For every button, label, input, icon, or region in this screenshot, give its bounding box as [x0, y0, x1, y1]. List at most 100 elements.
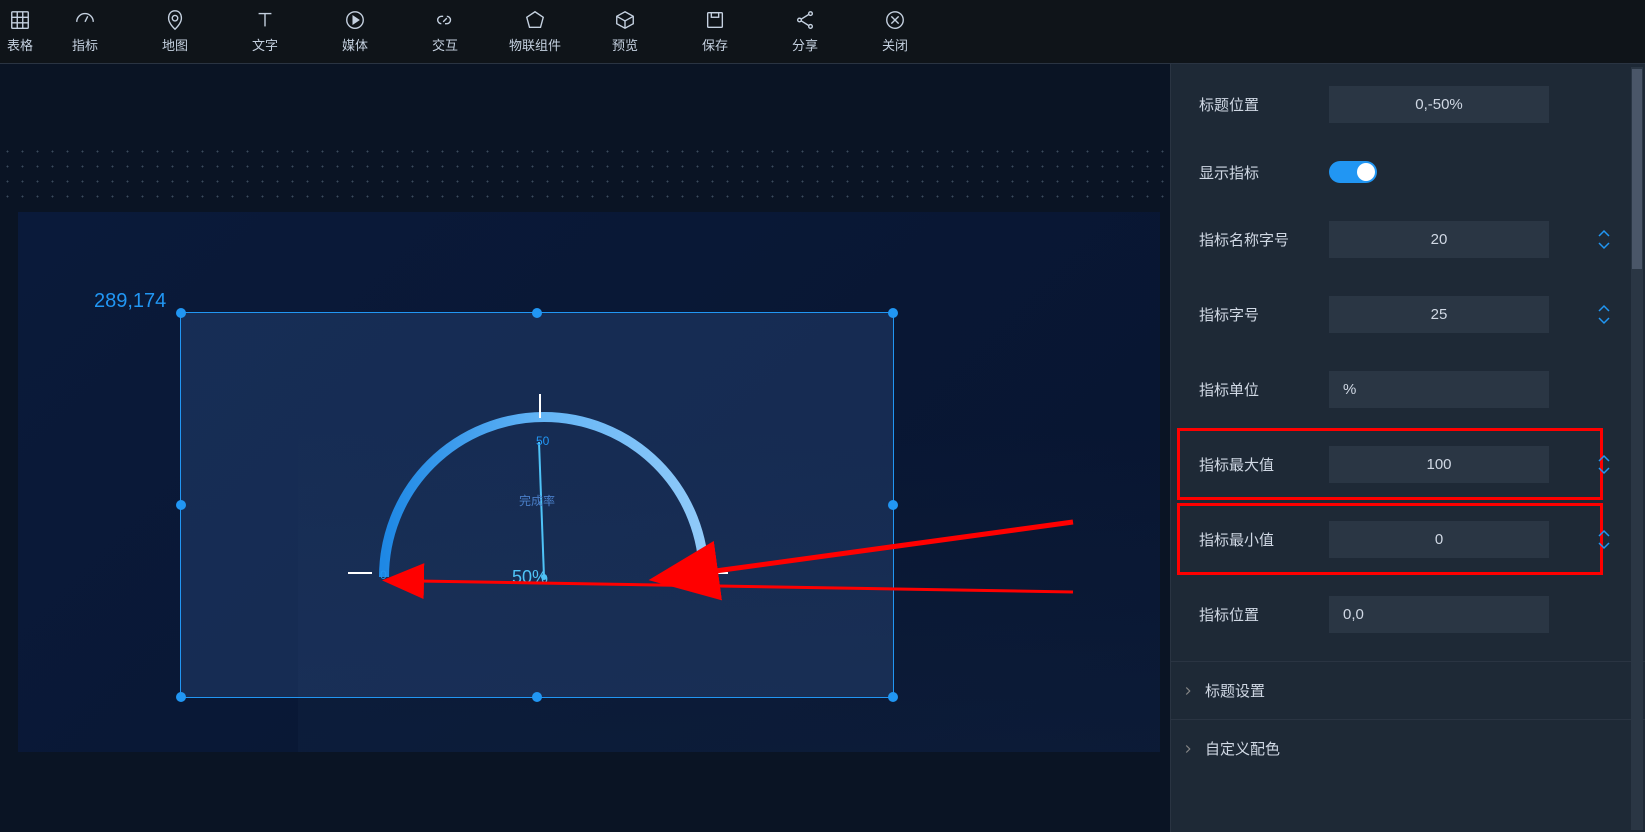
toolbar-label: 地图 — [162, 35, 188, 54]
section-label: 自定义配色 — [1205, 738, 1280, 759]
resize-handle-e[interactable] — [888, 500, 898, 510]
save-icon — [704, 9, 726, 31]
toolbar-label: 文字 — [252, 35, 278, 54]
link-icon — [434, 9, 456, 31]
polygon-icon — [524, 9, 546, 31]
stepper-up[interactable] — [1597, 229, 1611, 239]
toolbar-label: 分享 — [792, 35, 818, 54]
indicator-unit-input[interactable] — [1329, 371, 1549, 408]
gauge-tick-left — [348, 572, 372, 574]
toolbar-text[interactable]: 文字 — [220, 0, 310, 63]
indicator-position-input[interactable] — [1329, 596, 1549, 633]
stepper-down[interactable] — [1597, 541, 1611, 551]
prop-indicator-name-font-size: 指标名称字号 — [1171, 211, 1645, 268]
gauge-min-label: 0 — [380, 568, 387, 582]
resize-handle-se[interactable] — [888, 692, 898, 702]
gauge-mid-label: 50 — [536, 434, 549, 448]
stepper-down[interactable] — [1597, 316, 1611, 326]
cube-icon — [614, 9, 636, 31]
chevron-up-icon — [1597, 229, 1611, 239]
prop-label: 显示指标 — [1199, 162, 1329, 183]
show-indicator-toggle[interactable] — [1329, 161, 1377, 183]
toolbar-label: 表格 — [7, 35, 33, 54]
section-custom-colors[interactable]: 自定义配色 — [1171, 719, 1645, 777]
gauge-icon — [74, 9, 96, 31]
play-icon — [344, 9, 366, 31]
close-icon — [884, 9, 906, 31]
chevron-down-icon — [1597, 541, 1611, 551]
gauge-tick-top — [539, 394, 541, 418]
prop-indicator-position: 指标位置 — [1171, 586, 1645, 643]
toolbar-label: 关闭 — [882, 35, 908, 54]
toolbar-table[interactable]: 表格 — [0, 0, 40, 63]
title-position-input[interactable] — [1329, 86, 1549, 123]
prop-label: 指标位置 — [1199, 604, 1329, 625]
gauge-value: 50% — [512, 567, 548, 588]
stepper-down[interactable] — [1597, 241, 1611, 251]
grid-icon — [9, 9, 31, 31]
chevron-up-icon — [1597, 454, 1611, 464]
indicator-font-size-input[interactable] — [1329, 296, 1549, 333]
prop-label: 指标单位 — [1199, 379, 1329, 400]
gauge-max-label: 100 — [678, 568, 698, 582]
resize-handle-n[interactable] — [532, 308, 542, 318]
toolbar-label: 媒体 — [342, 35, 368, 54]
toolbar-interact[interactable]: 交互 — [400, 0, 490, 63]
text-icon — [254, 9, 276, 31]
map-icon — [164, 9, 186, 31]
stepper-down[interactable] — [1597, 466, 1611, 476]
prop-show-indicator: 显示指标 — [1171, 151, 1645, 193]
resize-handle-s[interactable] — [532, 692, 542, 702]
toolbar-label: 交互 — [432, 35, 458, 54]
section-title-settings[interactable]: 标题设置 — [1171, 661, 1645, 719]
stepper-up[interactable] — [1597, 454, 1611, 464]
scrollbar-thumb[interactable] — [1632, 69, 1642, 269]
toolbar-map[interactable]: 地图 — [130, 0, 220, 63]
canvas-panel: 289,174 — [18, 212, 1160, 752]
chevron-right-icon — [1181, 742, 1195, 756]
indicator-name-font-size-input[interactable] — [1329, 221, 1549, 258]
resize-handle-w[interactable] — [176, 500, 186, 510]
toolbar-indicator[interactable]: 指标 — [40, 0, 130, 63]
chevron-down-icon — [1597, 466, 1611, 476]
prop-title-position: 标题位置 — [1171, 76, 1645, 133]
section-label: 标题设置 — [1205, 680, 1265, 701]
gauge-title: 完成率 — [519, 492, 555, 509]
stepper-up[interactable] — [1597, 529, 1611, 539]
toolbar-preview[interactable]: 预览 — [580, 0, 670, 63]
resize-handle-ne[interactable] — [888, 308, 898, 318]
toolbar-share[interactable]: 分享 — [760, 0, 850, 63]
toolbar-close[interactable]: 关闭 — [850, 0, 940, 63]
prop-label: 标题位置 — [1199, 94, 1329, 115]
chevron-right-icon — [1181, 684, 1195, 698]
resize-handle-nw[interactable] — [176, 308, 186, 318]
gauge-tick-right — [704, 572, 728, 574]
toolbar-label: 保存 — [702, 35, 728, 54]
indicator-max-input[interactable] — [1329, 446, 1549, 483]
toggle-knob — [1357, 163, 1375, 181]
chevron-up-icon — [1597, 529, 1611, 539]
share-icon — [794, 9, 816, 31]
scrollbar-vertical[interactable] — [1631, 67, 1643, 830]
toolbar-iot[interactable]: 物联组件 — [490, 0, 580, 63]
toolbar-label: 指标 — [72, 35, 98, 54]
prop-label: 指标字号 — [1199, 304, 1329, 325]
indicator-min-input[interactable] — [1329, 521, 1549, 558]
prop-indicator-font-size: 指标字号 — [1171, 286, 1645, 343]
gauge-widget[interactable]: 0 50 100 完成率 50% — [354, 392, 734, 612]
properties-panel: 标题位置 显示指标 指标名称字号 指标字 — [1170, 64, 1645, 832]
top-toolbar: 表格 指标 地图 文字 媒体 交互 物联组件 预览 保存 分享 关闭 — [0, 0, 1645, 64]
toolbar-label: 物联组件 — [509, 35, 561, 54]
chevron-down-icon — [1597, 241, 1611, 251]
coordinate-label: 289,174 — [94, 290, 166, 313]
toolbar-media[interactable]: 媒体 — [310, 0, 400, 63]
stepper-up[interactable] — [1597, 304, 1611, 314]
dot-grid — [0, 144, 1170, 204]
canvas-area[interactable]: 289,174 — [0, 64, 1170, 832]
chevron-up-icon — [1597, 304, 1611, 314]
prop-indicator-unit: 指标单位 — [1171, 361, 1645, 418]
toolbar-save[interactable]: 保存 — [670, 0, 760, 63]
chevron-down-icon — [1597, 316, 1611, 326]
resize-handle-sw[interactable] — [176, 692, 186, 702]
prop-label: 指标名称字号 — [1199, 229, 1329, 250]
